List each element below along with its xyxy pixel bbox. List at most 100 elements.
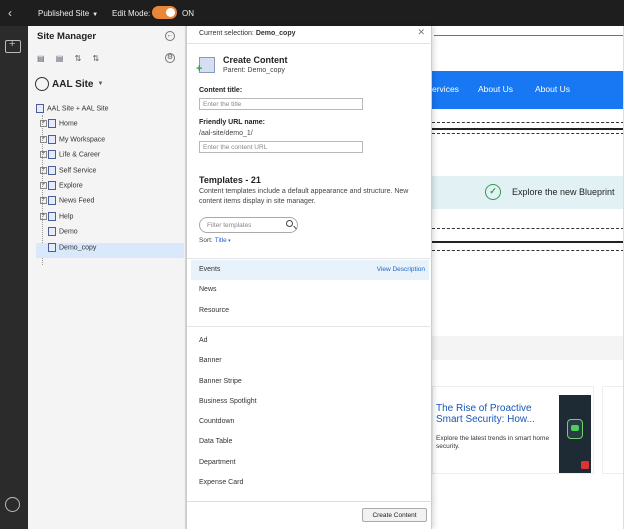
tree-node-label: Demo_copy bbox=[59, 243, 97, 251]
tree-node[interactable]: + Home bbox=[36, 119, 184, 134]
template-item[interactable]: Countdown bbox=[191, 412, 429, 432]
expand-icon[interactable]: + bbox=[40, 212, 47, 220]
current-selection-value: Demo_copy bbox=[255, 30, 296, 37]
move-down-icon[interactable]: ⇅ bbox=[93, 54, 100, 63]
template-item-label: Banner bbox=[199, 357, 222, 365]
site-selector[interactable]: AAL Site ▼ bbox=[35, 77, 103, 93]
sort-label: Sort: bbox=[199, 237, 213, 244]
template-item[interactable]: Banner bbox=[191, 351, 429, 371]
left-rail bbox=[0, 26, 28, 529]
tree-node-label: Help bbox=[59, 213, 74, 221]
solid-divider bbox=[432, 128, 624, 130]
page-icon bbox=[48, 119, 56, 129]
current-selection-label: Current selection: bbox=[199, 30, 254, 37]
tree-node[interactable]: + Help bbox=[36, 211, 184, 227]
help-lifebuoy-icon[interactable] bbox=[5, 497, 20, 512]
template-item-label: Resource bbox=[199, 306, 229, 314]
article-card-2[interactable] bbox=[602, 386, 624, 474]
expand-icon[interactable]: + bbox=[40, 197, 47, 205]
tree-node-label: Self Service bbox=[59, 166, 97, 174]
template-item-label: Data Table bbox=[199, 438, 233, 446]
dashed-divider bbox=[432, 122, 624, 123]
close-icon[interactable]: ✕ bbox=[417, 27, 425, 38]
template-list-all: Ad Banner Banner Stripe Business Spotlight C… bbox=[191, 331, 429, 493]
dashed-divider bbox=[432, 228, 624, 229]
site-name: AAL Site bbox=[52, 78, 94, 90]
site-manager-title: Site Manager bbox=[37, 31, 97, 42]
tree-node[interactable]: Demo bbox=[36, 227, 184, 242]
template-item[interactable]: Department bbox=[191, 453, 429, 473]
template-list-featured: Events View Description News Resource bbox=[191, 260, 429, 321]
site-manager-panel: Site Manager ← ⚙ ▤ ▤ ⇅ ⇅ AAL Site ▼ AAL S… bbox=[28, 26, 186, 529]
chevron-left-icon[interactable]: ‹ bbox=[8, 6, 12, 20]
expand-icon[interactable]: + bbox=[40, 151, 47, 159]
expand-icon[interactable]: + bbox=[40, 120, 47, 128]
filter-templates-input[interactable] bbox=[204, 219, 282, 231]
tree-node[interactable]: + My Workspace bbox=[36, 134, 184, 150]
create-content-panel: Current selection: Demo_copy ✕ Create Co… bbox=[186, 26, 433, 529]
page-icon bbox=[48, 180, 56, 190]
nav-item-about-us-2[interactable]: About Us bbox=[535, 84, 570, 94]
view-description-link[interactable]: View Description bbox=[377, 260, 425, 280]
new-content-icon[interactable]: ▤ bbox=[56, 54, 64, 63]
content-title-input[interactable] bbox=[199, 98, 363, 110]
template-item-label: News bbox=[199, 286, 217, 294]
friendly-url-input[interactable] bbox=[199, 141, 363, 153]
tree-node-label: News Feed bbox=[59, 197, 95, 205]
banner-text: Explore the new Blueprint bbox=[512, 187, 615, 197]
create-content-button[interactable]: Create Content bbox=[362, 508, 427, 522]
template-item[interactable]: Banner Stripe bbox=[191, 372, 429, 392]
template-item[interactable]: Ad bbox=[191, 331, 429, 351]
tree-node[interactable]: + Explore bbox=[36, 180, 184, 196]
expand-icon[interactable]: + bbox=[40, 166, 47, 174]
tree-node-label: Life & Career bbox=[59, 151, 101, 159]
friendly-url-label: Friendly URL name: bbox=[199, 119, 265, 126]
collapse-panel-icon[interactable]: ← bbox=[165, 31, 175, 41]
tree-node[interactable]: + Self Service bbox=[36, 165, 184, 181]
templates-title: Templates - 21 bbox=[199, 175, 261, 185]
settings-icon[interactable]: ⚙ bbox=[165, 53, 175, 63]
create-content-icon bbox=[196, 57, 215, 75]
page-icon bbox=[48, 165, 56, 175]
template-item[interactable]: Resource bbox=[191, 301, 429, 321]
tree-node[interactable]: + News Feed bbox=[36, 196, 184, 211]
article-title[interactable]: The Rise of Proactive Smart Security: Ho… bbox=[436, 403, 556, 425]
site-manager-tools: ▤ ▤ ⇅ ⇅ bbox=[37, 54, 108, 63]
sort-dropdown[interactable]: Title bbox=[215, 237, 231, 244]
current-selection: Current selection: Demo_copy bbox=[199, 30, 296, 37]
published-site-dropdown[interactable]: Published Site ▼ bbox=[38, 9, 98, 18]
search-icon[interactable] bbox=[286, 220, 293, 227]
tree-node[interactable]: + Life & Career bbox=[36, 150, 184, 165]
template-item[interactable]: Business Spotlight bbox=[191, 392, 429, 412]
tree-node[interactable]: Demo_copy bbox=[36, 242, 184, 258]
expand-icon[interactable]: + bbox=[40, 181, 47, 189]
template-item[interactable]: News bbox=[191, 280, 429, 300]
template-item[interactable]: Events View Description bbox=[191, 260, 429, 281]
brand-badge-icon bbox=[581, 461, 589, 469]
caret-down-icon: ▼ bbox=[97, 81, 104, 87]
template-item[interactable]: Expense Card bbox=[191, 473, 429, 493]
tree-node-label: My Workspace bbox=[59, 136, 106, 144]
filter-templates[interactable] bbox=[199, 217, 298, 233]
template-item-label: Countdown bbox=[199, 418, 235, 426]
add-page-icon[interactable] bbox=[5, 38, 21, 53]
expand-icon[interactable]: + bbox=[40, 135, 47, 143]
solid-divider bbox=[432, 241, 624, 243]
toggle-knob bbox=[166, 8, 175, 17]
preview-banner[interactable]: ✓ Explore the new Blueprint bbox=[432, 176, 624, 209]
edit-mode-toggle[interactable] bbox=[152, 6, 177, 19]
new-page-icon[interactable]: ▤ bbox=[37, 54, 45, 63]
template-item[interactable]: Data Table bbox=[191, 432, 429, 452]
nav-item-about-us[interactable]: About Us bbox=[478, 84, 513, 94]
template-item-label: Events bbox=[199, 266, 221, 273]
template-item-label: Expense Card bbox=[199, 479, 244, 487]
content-title-label: Content title: bbox=[199, 87, 243, 94]
nav-item-services[interactable]: ervices bbox=[432, 84, 459, 94]
article-card[interactable]: The Rise of Proactive Smart Security: Ho… bbox=[432, 386, 594, 474]
page-icon bbox=[48, 134, 56, 144]
parent-label: Parent: Demo_copy bbox=[223, 67, 285, 74]
tree-node-label: Home bbox=[59, 120, 78, 128]
page-icon bbox=[48, 211, 56, 221]
tree-node[interactable]: AAL Site + AAL Site bbox=[36, 104, 184, 119]
move-up-icon[interactable]: ⇅ bbox=[75, 54, 82, 63]
